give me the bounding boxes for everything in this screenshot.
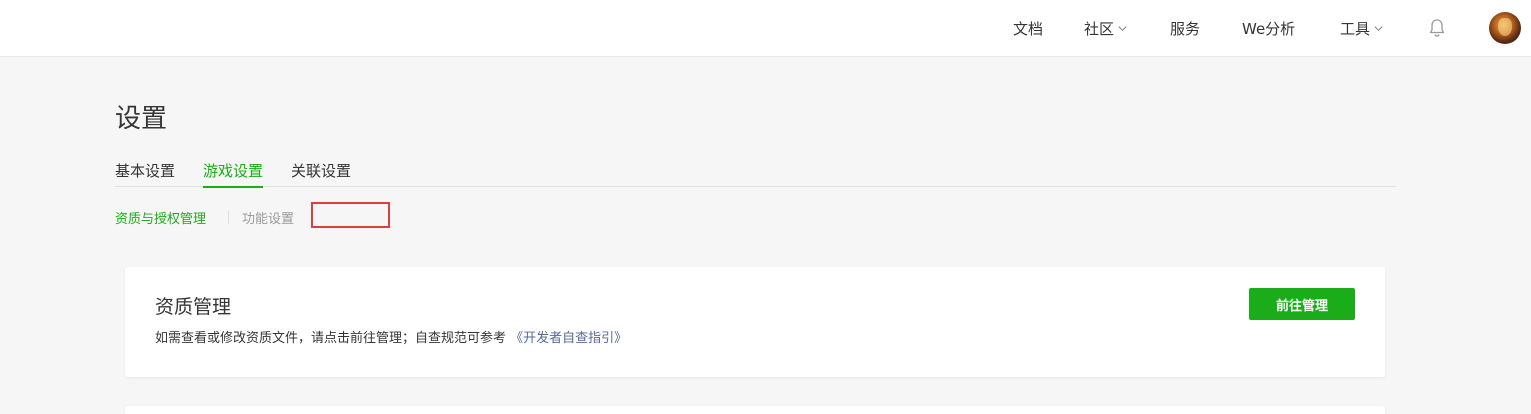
top-navigation-bar: 文档 社区 服务 We分析 工具 — [0, 0, 1531, 57]
nav-item-label: 工具 — [1340, 19, 1371, 38]
qualification-card: 资质管理 如需查看或修改资质文件，请点击前往管理；自查规范可参考 《开发者自查指… — [125, 267, 1385, 377]
nav-item-label: 服务 — [1170, 19, 1201, 38]
bell-icon[interactable] — [1427, 17, 1447, 39]
nav-item-tools[interactable]: 工具 — [1340, 17, 1384, 39]
nav-item-community[interactable]: 社区 — [1084, 17, 1128, 39]
page-title: 设置 — [115, 104, 168, 134]
go-manage-button[interactable]: 前往管理 — [1249, 288, 1355, 320]
nav-item-services[interactable]: 服务 — [1170, 17, 1200, 39]
nav-item-docs[interactable]: 文档 — [1013, 17, 1043, 39]
tab-related-settings[interactable]: 关联设置 — [291, 160, 351, 187]
developer-self-check-guide-link[interactable]: 《开发者自查指引》 — [510, 331, 627, 346]
nav-item-we-analytics[interactable]: We分析 — [1242, 17, 1295, 39]
nav-item-label: 文档 — [1013, 19, 1044, 38]
subtab-feature-settings[interactable]: 功能设置 — [242, 208, 294, 227]
nav-item-label: We分析 — [1242, 19, 1296, 38]
chevron-down-icon — [1374, 25, 1383, 31]
settings-tabs: 基本设置 游戏设置 关联设置 — [115, 157, 1396, 188]
nav-item-label: 社区 — [1084, 19, 1115, 38]
card-description: 如需查看或修改资质文件，请点击前往管理；自查规范可参考 《开发者自查指引》 — [155, 327, 627, 346]
chevron-down-icon — [1118, 25, 1127, 31]
next-card — [125, 406, 1385, 414]
tab-game-settings[interactable]: 游戏设置 — [203, 160, 264, 188]
subtab-divider — [228, 211, 229, 224]
tab-basic-settings[interactable]: 基本设置 — [115, 160, 175, 187]
subtab-qualification-authorization[interactable]: 资质与授权管理 — [115, 208, 206, 227]
highlight-annotation-box — [311, 202, 390, 228]
card-title: 资质管理 — [155, 296, 232, 318]
user-avatar[interactable] — [1489, 12, 1521, 44]
card-description-text: 如需查看或修改资质文件，请点击前往管理；自查规范可参考 — [155, 331, 507, 346]
